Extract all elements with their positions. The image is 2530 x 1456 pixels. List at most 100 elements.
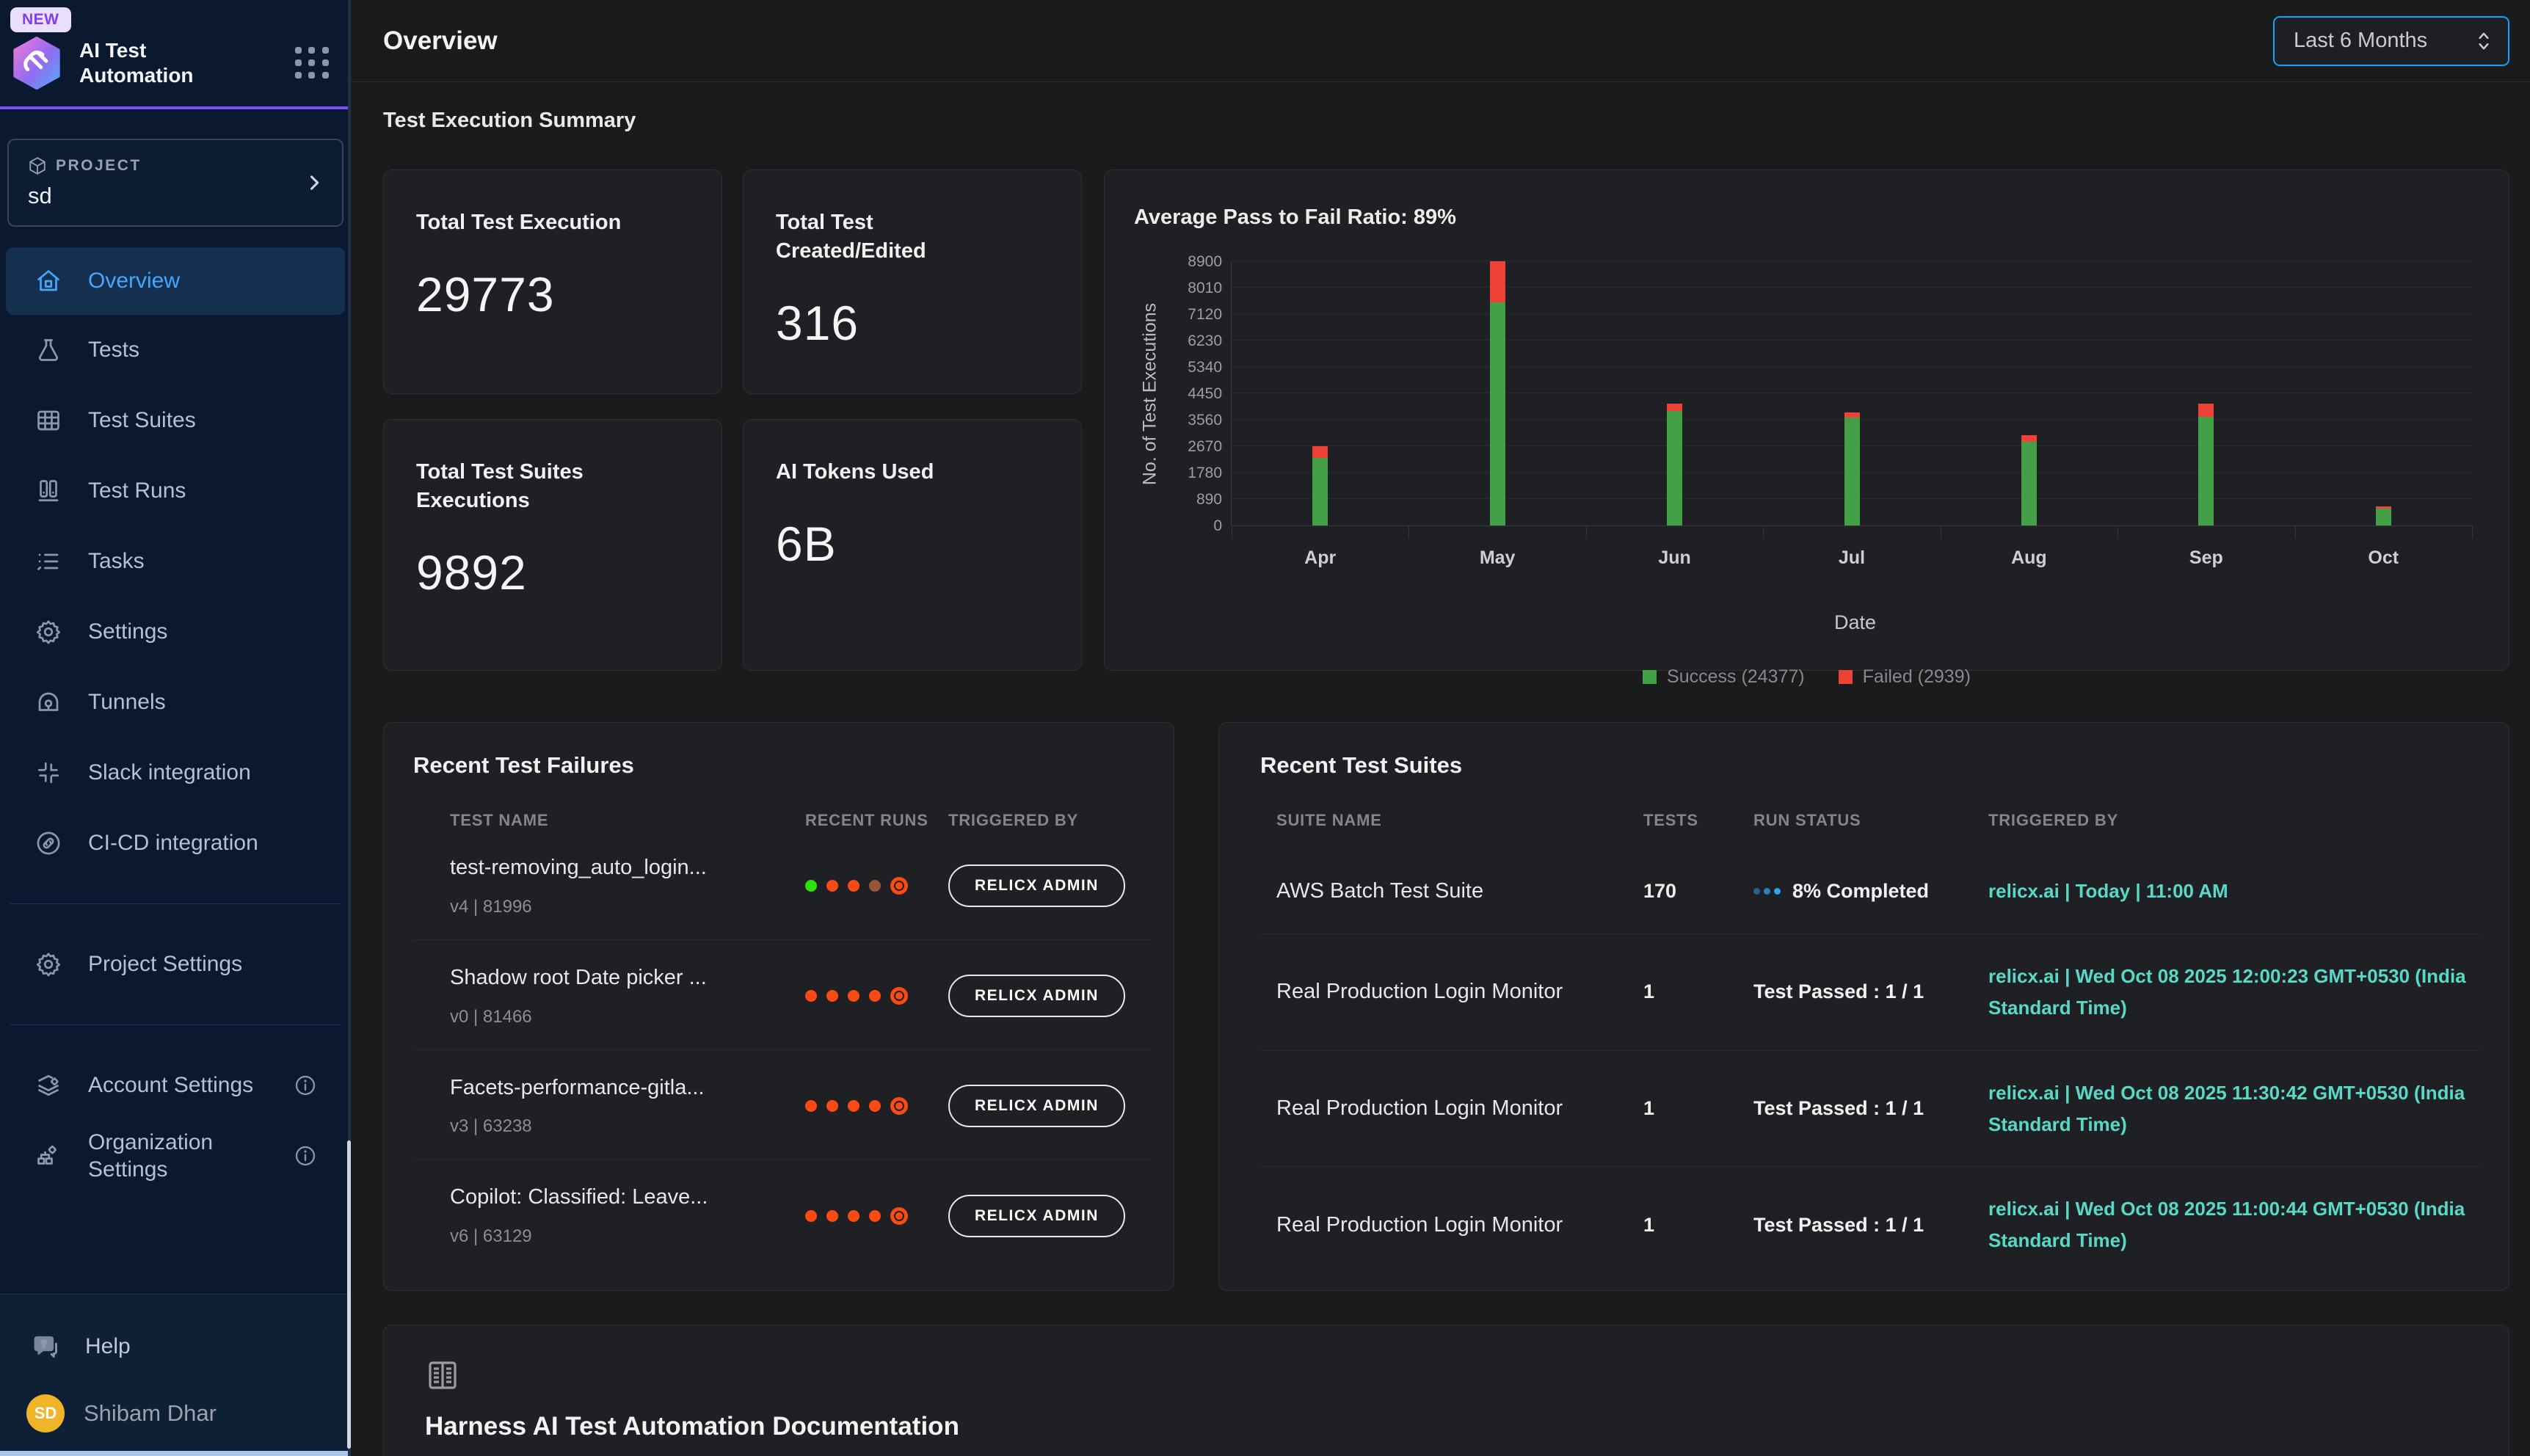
suite-name[interactable]: Real Production Login Monitor: [1276, 1213, 1643, 1237]
sidebar-item-settings[interactable]: Settings: [0, 597, 351, 667]
run-dot-fail[interactable]: [848, 1100, 859, 1112]
run-dot-fail[interactable]: [848, 990, 859, 1002]
suite-trigger-link[interactable]: relicx.ai | Today | 11:00 AM: [1988, 876, 2479, 907]
suite-status: 8% Completed: [1753, 880, 1988, 903]
run-dot-fail[interactable]: [805, 990, 817, 1002]
table-row[interactable]: test-removing_auto_login... v4 | 81996 R…: [413, 830, 1152, 940]
test-name[interactable]: Facets-performance-gitla...: [450, 1075, 805, 1101]
triggered-by-button[interactable]: RELICX ADMIN: [948, 864, 1125, 907]
sidebar-item-overview[interactable]: Overview: [6, 247, 345, 315]
recent-run-dots[interactable]: [805, 1207, 948, 1225]
sidebar-item-tests[interactable]: Tests: [0, 315, 351, 385]
bar-jun[interactable]: [1667, 404, 1682, 525]
sidebar-scrollbar-thumb[interactable]: [347, 1140, 351, 1449]
legend-item-failed: Failed (2939): [1839, 666, 1971, 688]
sidebar-item-label: Test Suites: [88, 408, 196, 433]
project-selector[interactable]: PROJECT sd: [7, 139, 343, 227]
date-range-select[interactable]: Last 6 Months: [2273, 16, 2509, 66]
recent-run-dots[interactable]: [805, 877, 948, 895]
run-dot-fail[interactable]: [826, 990, 838, 1002]
run-dot-fail[interactable]: [869, 990, 881, 1002]
sidebar-item-project-settings[interactable]: Project Settings: [0, 929, 351, 1000]
recent-run-dots[interactable]: [805, 1097, 948, 1115]
bar-apr[interactable]: [1312, 446, 1328, 525]
page-header: Overview Last 6 Months: [351, 0, 2530, 82]
suite-trigger-link[interactable]: relicx.ai | Wed Oct 08 2025 11:00:44 GMT…: [1988, 1193, 2479, 1256]
y-tick-label: 2670: [1188, 438, 1222, 456]
suite-tests: 1: [1643, 980, 1753, 1003]
table-row[interactable]: Real Production Login Monitor 1 Test Pas…: [1260, 1167, 2479, 1283]
bar-jul[interactable]: [1844, 412, 1860, 526]
stat-label: Total Test Created/Edited: [776, 208, 996, 266]
suite-trigger-link[interactable]: relicx.ai | Wed Oct 08 2025 11:30:42 GMT…: [1988, 1077, 2479, 1140]
run-dot-ring[interactable]: [890, 987, 908, 1005]
col-recent-runs: RECENT RUNS: [805, 811, 948, 830]
run-dot-fail[interactable]: [848, 1210, 859, 1222]
test-name[interactable]: Shadow root Date picker ...: [450, 965, 805, 991]
bar-oct[interactable]: [2376, 506, 2391, 525]
run-dot-ring[interactable]: [890, 1207, 908, 1225]
sidebar-item-test-suites[interactable]: Test Suites: [0, 385, 351, 456]
suite-name[interactable]: Real Production Login Monitor: [1276, 1096, 1643, 1121]
run-dot-fail[interactable]: [805, 1100, 817, 1112]
bar-may[interactable]: [1490, 261, 1505, 525]
table-header-row: TEST NAME RECENT RUNS TRIGGERED BY: [413, 811, 1152, 830]
stat-label: Total Test Suites Executions: [416, 458, 636, 515]
table-row[interactable]: Real Production Login Monitor 1 Test Pas…: [1260, 934, 2479, 1051]
run-dot-fail[interactable]: [826, 1210, 838, 1222]
run-dot-success[interactable]: [805, 880, 817, 892]
suite-trigger-link[interactable]: relicx.ai | Wed Oct 08 2025 12:00:23 GMT…: [1988, 961, 2479, 1024]
sidebar-item-organization-settings[interactable]: Organization Settings: [0, 1121, 351, 1191]
test-name[interactable]: Copilot: Classified: Leave...: [450, 1184, 805, 1210]
documentation-card: Harness AI Test Automation Documentation…: [383, 1325, 2509, 1456]
run-dot-fail[interactable]: [826, 1100, 838, 1112]
date-range-value: Last 6 Months: [2294, 29, 2427, 53]
sidebar-item-account-settings[interactable]: Account Settings: [0, 1050, 351, 1121]
horizontal-scrollbar[interactable]: [0, 1451, 351, 1456]
triggered-by-button[interactable]: RELICX ADMIN: [948, 1195, 1125, 1237]
run-dot-fail[interactable]: [826, 880, 838, 892]
project-name: sd: [28, 183, 323, 209]
sidebar-item-slack-integration[interactable]: Slack integration: [0, 738, 351, 808]
app-logo-icon: [10, 37, 63, 90]
info-icon[interactable]: [294, 1144, 317, 1168]
sidebar-item-tunnels[interactable]: Tunnels: [0, 667, 351, 738]
table-row[interactable]: Real Production Login Monitor 1 Test Pas…: [1260, 1051, 2479, 1168]
chart-title: Average Pass to Fail Ratio: 89%: [1134, 205, 2479, 230]
triggered-by-button[interactable]: RELICX ADMIN: [948, 975, 1125, 1017]
sidebar-item-tasks[interactable]: Tasks: [0, 526, 351, 597]
app-title: AI Test Automation: [79, 38, 248, 88]
table-row[interactable]: Facets-performance-gitla... v3 | 63238 R…: [413, 1050, 1152, 1160]
sidebar-item-cicd-integration[interactable]: CI-CD integration: [0, 808, 351, 878]
run-dot-fail[interactable]: [869, 1210, 881, 1222]
info-icon[interactable]: [294, 1074, 317, 1097]
bar-aug[interactable]: [2021, 435, 2037, 525]
run-dot-fail[interactable]: [848, 880, 859, 892]
app-launcher-icon[interactable]: [295, 47, 330, 79]
test-meta: v3 | 63238: [450, 1116, 805, 1137]
run-dot-ring[interactable]: [890, 1097, 908, 1115]
card-title: Recent Test Failures: [413, 752, 1152, 779]
table-row[interactable]: Copilot: Classified: Leave... v6 | 63129…: [413, 1160, 1152, 1269]
help-button[interactable]: ? Help: [0, 1315, 351, 1378]
project-label: PROJECT: [56, 157, 142, 175]
run-dot-muted[interactable]: [869, 880, 881, 892]
suite-name[interactable]: AWS Batch Test Suite: [1276, 879, 1643, 903]
sidebar-item-test-runs[interactable]: Test Runs: [0, 456, 351, 526]
table-row[interactable]: AWS Batch Test Suite 170 8% Completed re…: [1260, 849, 2479, 934]
test-name[interactable]: test-removing_auto_login...: [450, 855, 805, 881]
run-dot-ring[interactable]: [890, 877, 908, 895]
table-row[interactable]: Shadow root Date picker ... v0 | 81466 R…: [413, 940, 1152, 1050]
stat-card-ai-tokens-used: AI Tokens Used 6B: [743, 419, 1082, 671]
suite-name[interactable]: Real Production Login Monitor: [1276, 980, 1643, 1004]
recent-run-dots[interactable]: [805, 987, 948, 1005]
stat-label: AI Tokens Used: [776, 458, 996, 487]
run-dot-fail[interactable]: [869, 1100, 881, 1112]
bar-sep[interactable]: [2198, 404, 2214, 525]
y-tick-label: 7120: [1188, 306, 1222, 324]
stat-value: 29773: [416, 266, 689, 322]
triggered-by-button[interactable]: RELICX ADMIN: [948, 1085, 1125, 1127]
user-menu[interactable]: SD Shibam Dhar: [0, 1378, 351, 1449]
sidebar-nav: Overview Tests Test Suites: [0, 247, 351, 878]
run-dot-fail[interactable]: [805, 1210, 817, 1222]
